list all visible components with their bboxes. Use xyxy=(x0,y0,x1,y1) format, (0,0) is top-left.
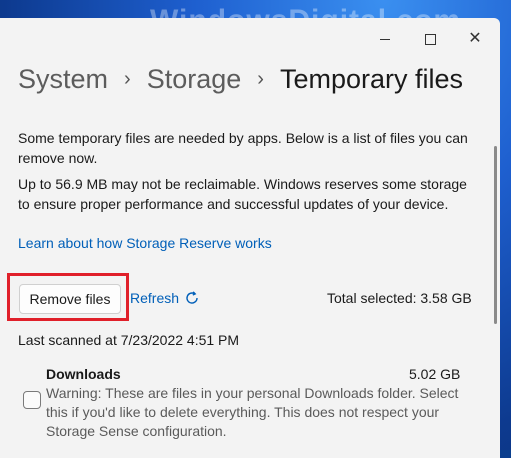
item-size: 5.02 GB xyxy=(409,366,461,382)
breadcrumb-storage[interactable]: Storage xyxy=(147,64,242,95)
total-selected: Total selected: 3.58 GB xyxy=(327,290,472,306)
item-title: Downloads xyxy=(46,366,121,382)
item-description: Warning: These are files in your persona… xyxy=(46,385,459,439)
scrollbar[interactable] xyxy=(494,146,497,324)
breadcrumb-system[interactable]: System xyxy=(18,64,108,95)
maximize-icon xyxy=(424,33,436,45)
downloads-checkbox[interactable] xyxy=(23,391,41,409)
refresh-button[interactable]: Refresh xyxy=(130,290,200,306)
description-text: Some temporary files are needed by apps.… xyxy=(18,130,468,166)
chevron-right-icon: › xyxy=(124,68,131,90)
close-icon: ✕ xyxy=(468,30,482,47)
refresh-icon xyxy=(186,291,198,304)
last-scanned-text: Last scanned at 7/23/2022 4:51 PM xyxy=(18,332,240,348)
highlight-box xyxy=(7,273,129,321)
page-title: Temporary files xyxy=(279,64,464,94)
maximize-button[interactable] xyxy=(410,24,450,54)
breadcrumb: System › Storage › Temporary files xyxy=(18,64,463,95)
refresh-label: Refresh xyxy=(130,290,180,306)
close-button[interactable]: ✕ xyxy=(455,24,495,54)
storage-reserve-link[interactable]: Learn about how Storage Reserve works xyxy=(18,235,272,251)
reserve-info-text: Up to 56.9 MB may not be reclaimable. Wi… xyxy=(18,176,467,212)
chevron-right-icon: › xyxy=(257,68,264,90)
minimize-icon xyxy=(380,38,390,40)
minimize-button[interactable] xyxy=(365,24,405,54)
